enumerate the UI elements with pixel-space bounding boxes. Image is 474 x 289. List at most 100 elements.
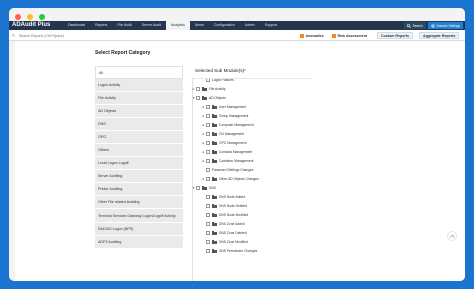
sub-module-checkbox[interactable]: [206, 248, 210, 253]
folder-icon: [202, 95, 207, 100]
sub-module-row[interactable]: ▾ AD Objects: [191, 94, 226, 101]
sub-module-checkbox[interactable]: [196, 86, 200, 91]
sub-module-row[interactable]: Logon Failures: [201, 79, 234, 83]
top-navigation: Dashboard Reports File Audit Server Audit An…: [63, 21, 282, 30]
report-category-item[interactable]: DNS: [95, 118, 183, 131]
top-nav-tab[interactable]: File Audit: [112, 21, 136, 30]
sub-module-row[interactable]: ▸ User Management: [201, 103, 246, 110]
sub-module-label: DNS Node Added: [219, 194, 246, 199]
top-nav-tab[interactable]: Analytics: [165, 21, 190, 30]
sub-module-label: DNS Node Modified: [219, 212, 249, 217]
sub-module-row[interactable]: ▸ Container Management: [201, 157, 253, 164]
folder-icon: [212, 230, 217, 235]
sub-module-row[interactable]: ▾ DNS: [191, 184, 216, 191]
sub-module-label: AD Objects: [209, 95, 226, 100]
sub-module-checkbox[interactable]: [206, 140, 210, 145]
sub-module-checkbox[interactable]: [206, 239, 210, 244]
report-category-item[interactable]: GPO: [95, 131, 183, 144]
sub-module-row[interactable]: ▸ GPO Management: [201, 139, 247, 146]
sub-module-checkbox[interactable]: [206, 176, 210, 181]
sub-module-row[interactable]: ▸ OU Management: [201, 130, 244, 137]
sub-module-label: DNS Zone Added: [219, 221, 245, 226]
report-category-item[interactable]: ADFS Auditing: [95, 236, 183, 249]
sub-module-checkbox[interactable]: [206, 113, 210, 118]
domain-settings-label: Domain Settings: [436, 23, 460, 28]
anomalies-label: Anomalies: [305, 33, 324, 38]
risk-assessment-icon: [332, 33, 336, 38]
report-category-item[interactable]: AD Objects: [95, 105, 183, 118]
folder-icon: [212, 113, 217, 118]
sub-module-label: Logon Failures: [212, 79, 234, 82]
report-category-item[interactable]: Server Auditing: [95, 170, 183, 183]
sub-module-checkbox[interactable]: [206, 212, 210, 217]
sub-module-label: Contacts Management: [219, 149, 253, 154]
top-nav-tab[interactable]: Support: [260, 21, 282, 30]
sub-module-checkbox[interactable]: [206, 104, 210, 109]
top-nav-tab[interactable]: Alerts: [190, 21, 209, 30]
folder-icon: [212, 149, 217, 154]
folder-icon: [212, 131, 217, 136]
report-category-item[interactable]: File Activity: [95, 92, 183, 105]
folder-icon: [212, 140, 217, 145]
anomalies-link[interactable]: Anomalies: [300, 32, 324, 39]
sub-module-checkbox[interactable]: [206, 149, 210, 154]
sub-module-row[interactable]: DNS Node Added: [201, 193, 245, 200]
sub-module-checkbox[interactable]: [196, 95, 200, 100]
folder-icon: [212, 239, 217, 244]
maximize-window-button[interactable]: [39, 14, 45, 20]
sub-module-row[interactable]: Password Settings Changes: [201, 166, 253, 173]
report-category-item[interactable]: RADIUS Logon (NPS): [95, 223, 183, 236]
scroll-to-top-button[interactable]: [447, 231, 457, 241]
top-nav-tab[interactable]: Configuration: [209, 21, 240, 30]
sub-module-row[interactable]: DNS Permission Changes: [201, 247, 257, 254]
sub-module-checkbox[interactable]: [206, 203, 210, 208]
app-header: ADAudit Plus Dashboard Reports File Audit S…: [9, 21, 465, 30]
sub-module-checkbox[interactable]: [206, 158, 210, 163]
report-category-item[interactable]: Terminal Services Gateway Logon/Logoff A…: [95, 209, 183, 223]
sub-module-checkbox[interactable]: [206, 167, 210, 172]
risk-assessment-label: Risk Assessment: [337, 33, 368, 38]
sub-module-row[interactable]: ▸ Group Management: [201, 112, 248, 119]
header-search-button[interactable]: Search: [403, 22, 426, 29]
sub-module-row[interactable]: DNS Zone Deleted: [201, 229, 247, 236]
custom-reports-button[interactable]: Custom Reports: [377, 32, 413, 39]
report-category-title: Select Report Category: [95, 50, 151, 56]
domain-settings-button[interactable]: Domain Settings: [427, 22, 463, 29]
sub-module-row[interactable]: DNS Zone Modified: [201, 238, 248, 245]
report-category-item[interactable]: Printer Auditing: [95, 183, 183, 196]
top-nav-tab[interactable]: Reports: [90, 21, 112, 30]
report-content: Select Report Category All Logon Activity…: [91, 41, 465, 281]
sub-module-checkbox[interactable]: [206, 221, 210, 226]
custom-reports-label: Custom Reports: [381, 33, 409, 38]
sub-module-checkbox[interactable]: [196, 185, 200, 190]
sub-module-checkbox[interactable]: [206, 122, 210, 127]
sub-module-row[interactable]: ▸ File Activity: [191, 85, 226, 92]
sub-module-label: Container Management: [219, 158, 254, 163]
report-category-item[interactable]: All: [95, 66, 183, 79]
aggregate-reports-button[interactable]: Aggregate Reports: [419, 32, 460, 39]
report-search-input[interactable]: [13, 32, 83, 39]
top-nav-tab[interactable]: Admin: [240, 21, 260, 30]
close-window-button[interactable]: [15, 14, 21, 20]
report-category-item[interactable]: Logon Activity: [95, 79, 183, 92]
sub-module-checkbox[interactable]: [206, 230, 210, 235]
sub-module-checkbox[interactable]: [206, 79, 210, 82]
minimize-window-button[interactable]: [27, 14, 33, 20]
sub-module-row[interactable]: DNS Zone Added: [201, 220, 245, 227]
sub-module-row[interactable]: ▸ Contacts Management: [201, 148, 252, 155]
report-category-item[interactable]: Others: [95, 144, 183, 157]
top-nav-tab[interactable]: Server Audit: [137, 21, 166, 30]
sub-module-label: DNS Node Deleted: [219, 203, 248, 208]
report-category-item[interactable]: Local Logon Logoff: [95, 157, 183, 170]
folder-icon: [202, 86, 207, 91]
sub-module-row[interactable]: ▸ Other AD Objects Changes: [201, 175, 259, 182]
sub-module-tree[interactable]: Logon Failures ▸ File Activity ▾ AD Objects ▸…: [191, 79, 391, 281]
top-nav-tab[interactable]: Dashboard: [63, 21, 90, 30]
sub-module-row[interactable]: ▸ Computer Management: [201, 121, 254, 128]
sub-module-row[interactable]: DNS Node Modified: [201, 211, 248, 218]
sub-module-checkbox[interactable]: [206, 131, 210, 136]
sub-module-checkbox[interactable]: [206, 194, 210, 199]
risk-assessment-link[interactable]: Risk Assessment: [332, 32, 367, 39]
report-category-item[interactable]: Other File related Auditing: [95, 196, 183, 209]
sub-module-row[interactable]: DNS Node Deleted: [201, 202, 247, 209]
